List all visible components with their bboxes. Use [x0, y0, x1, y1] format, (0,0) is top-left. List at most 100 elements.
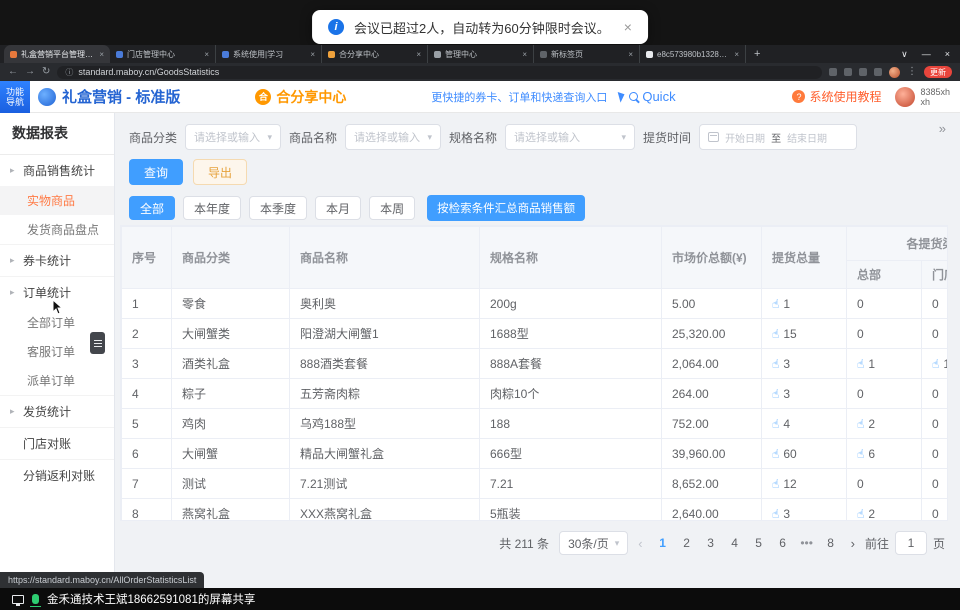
tab-close-icon[interactable]: ×: [204, 50, 209, 59]
logo-icon: [38, 88, 56, 106]
page-number[interactable]: 3: [701, 531, 721, 555]
tab-title: 新标签页: [551, 49, 624, 60]
cell-total[interactable]: ☝ 12: [762, 469, 847, 499]
next-page-icon[interactable]: ›: [851, 536, 855, 551]
cell-hq[interactable]: ☝2: [847, 409, 922, 439]
page-number[interactable]: 2: [677, 531, 697, 555]
browser-tab[interactable]: e8c573980b1328a2588d2e6l×: [640, 45, 746, 63]
range-tab[interactable]: 本周: [369, 196, 415, 220]
tab-close-icon[interactable]: ×: [416, 50, 421, 59]
sidebar-subitem[interactable]: 实物商品: [0, 186, 114, 215]
cell-store[interactable]: ☝1: [922, 349, 949, 379]
table-row: 7测试7.21测试7.218,652.00☝1200: [122, 469, 949, 499]
cell-spec: 188: [480, 409, 662, 439]
browser-profile-avatar[interactable]: [889, 67, 900, 78]
tab-close-icon[interactable]: ×: [628, 50, 633, 59]
cell-hq[interactable]: ☝2: [847, 499, 922, 522]
minimize-icon[interactable]: —: [922, 49, 931, 60]
chevron-down-icon: ▾: [615, 538, 620, 549]
sidebar-subitem[interactable]: 派单订单: [0, 366, 114, 395]
quick-search-link[interactable]: Quick: [619, 89, 675, 104]
cell-total[interactable]: ☝1: [762, 289, 847, 319]
tab-close-icon[interactable]: ×: [310, 50, 315, 59]
tutorial-link[interactable]: ? 系统使用教程: [792, 88, 881, 105]
range-tab[interactable]: 本年度: [183, 196, 241, 220]
page-number[interactable]: 6: [773, 531, 793, 555]
spec-filter-label: 规格名称: [449, 129, 497, 146]
url-box[interactable]: ⓘ standard.maboy.cn/GoodsStatistics: [57, 66, 822, 79]
browser-menu-icon[interactable]: ⋮: [907, 67, 917, 77]
tab-close-icon[interactable]: ×: [99, 50, 104, 59]
cell-total[interactable]: ☝4: [762, 409, 847, 439]
tab-search-icon[interactable]: ∨: [901, 49, 908, 60]
link-count: 12: [783, 477, 796, 491]
function-nav-toggle[interactable]: 功能 导航: [0, 81, 30, 113]
goto-label: 前往: [865, 535, 889, 552]
tab-close-icon[interactable]: ×: [522, 50, 527, 59]
new-tab-button[interactable]: +: [746, 48, 768, 60]
sidebar-subitem[interactable]: 发货商品盘点: [0, 215, 114, 244]
goto-page-input[interactable]: 1: [895, 531, 927, 555]
cell-hq[interactable]: ☝6: [847, 439, 922, 469]
cell-total[interactable]: ☝60: [762, 439, 847, 469]
col-header-no: 序号: [122, 227, 172, 289]
category-select[interactable]: 请选择或输入 ▾: [185, 124, 281, 150]
tab-title: 礼盒营销平台管理中心: [21, 49, 95, 60]
forward-icon[interactable]: →: [25, 67, 35, 77]
filter-bar: 商品分类 请选择或输入 ▾ 商品名称 请选择或输入 ▾ 规格名称 请选择或输入 …: [129, 124, 857, 150]
tab-close-icon[interactable]: ×: [734, 50, 739, 59]
close-icon[interactable]: ×: [945, 49, 950, 60]
link-count: 1: [943, 357, 948, 371]
share-center-link[interactable]: 合 合分享中心: [255, 87, 346, 107]
quick-tip-text: 更快捷的券卡、订单和快递查询入口: [431, 89, 607, 105]
page-number[interactable]: 1: [653, 531, 673, 555]
page-number[interactable]: 4: [725, 531, 745, 555]
cell-category: 粽子: [172, 379, 290, 409]
site-info-icon[interactable]: ⓘ: [65, 67, 73, 78]
collapse-filters-icon[interactable]: »: [939, 121, 946, 136]
browser-tab[interactable]: 合分享中心×: [322, 45, 428, 63]
extension-icon[interactable]: [874, 68, 882, 76]
extension-icon[interactable]: [859, 68, 867, 76]
cell-hq[interactable]: ☝1: [847, 349, 922, 379]
cell-total[interactable]: ☝15: [762, 319, 847, 349]
page-number[interactable]: 5: [749, 531, 769, 555]
summary-button[interactable]: 按检索条件汇总商品销售额: [427, 195, 585, 221]
spec-select[interactable]: 请选择或输入 ▾: [505, 124, 635, 150]
range-tab[interactable]: 本季度: [249, 196, 307, 220]
back-icon[interactable]: ←: [8, 67, 18, 77]
page-number[interactable]: 8: [821, 531, 841, 555]
browser-tab[interactable]: 管理中心×: [428, 45, 534, 63]
pointer-icon: ☝: [772, 477, 779, 491]
sidebar-item[interactable]: ▸商品销售统计: [0, 155, 114, 186]
sidebar-item[interactable]: ▸发货统计: [0, 396, 114, 427]
sidebar-item[interactable]: 门店对账: [0, 428, 114, 459]
prev-page-icon[interactable]: ‹: [638, 536, 642, 551]
browser-tab[interactable]: 礼盒营销平台管理中心 ×: [4, 45, 110, 63]
page-size-select[interactable]: 30条/页 ▾: [559, 531, 628, 555]
cell-store: 0: [922, 289, 949, 319]
cell-total[interactable]: ☝3: [762, 499, 847, 522]
user-box[interactable]: 8385xh xh: [895, 87, 950, 107]
browser-tab[interactable]: 新标签页 ×: [534, 45, 640, 63]
sidebar-collapse-handle[interactable]: [90, 332, 105, 354]
refresh-icon[interactable]: ↻: [42, 67, 50, 77]
search-button[interactable]: 查询: [129, 159, 183, 185]
update-button[interactable]: 更新: [924, 66, 952, 78]
sidebar-item[interactable]: 分销返利对账: [0, 460, 114, 491]
name-select[interactable]: 请选择或输入 ▾: [345, 124, 441, 150]
cell-total[interactable]: ☝3: [762, 379, 847, 409]
export-button[interactable]: 导出: [193, 159, 247, 185]
browser-tab[interactable]: 系统使用|学习×: [216, 45, 322, 63]
search-icon: [629, 92, 638, 101]
cell-total[interactable]: ☝3: [762, 349, 847, 379]
extension-icon[interactable]: [829, 68, 837, 76]
range-tab[interactable]: 全部: [129, 196, 175, 220]
sidebar-item[interactable]: ▸券卡统计: [0, 245, 114, 276]
toast-close-icon[interactable]: ×: [624, 19, 632, 35]
cell-name: 阳澄湖大闸蟹1: [290, 319, 480, 349]
date-range-input[interactable]: 开始日期 至 结束日期: [699, 124, 857, 150]
range-tab[interactable]: 本月: [315, 196, 361, 220]
extension-icon[interactable]: [844, 68, 852, 76]
browser-tab[interactable]: 门店管理中心×: [110, 45, 216, 63]
